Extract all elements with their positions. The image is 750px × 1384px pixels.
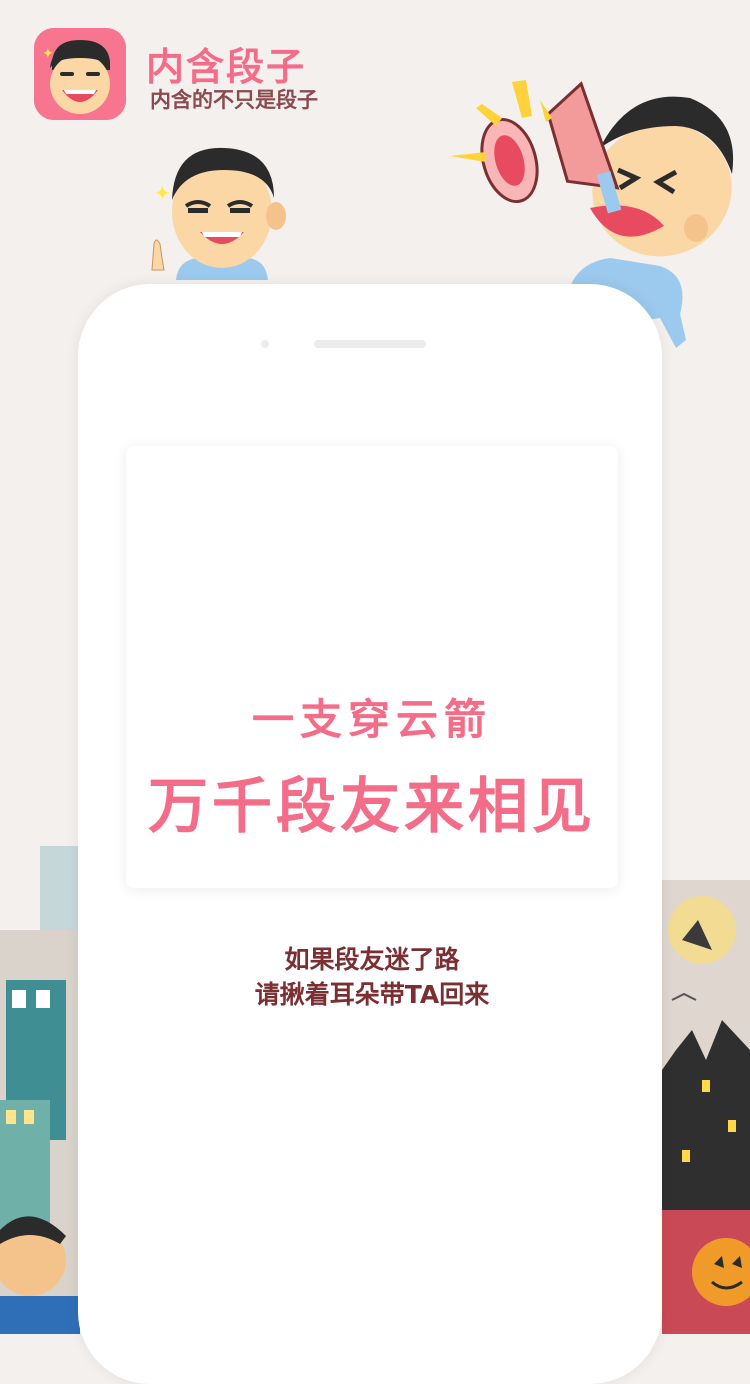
svg-text:✦: ✦ [42,46,54,62]
halloween-castle-illustration [662,880,750,1334]
svg-text:✦: ✦ [154,181,171,205]
mascot-face-icon: ✦ [34,28,126,120]
phone-camera [261,340,269,348]
city-illustration [0,840,80,1334]
app-logo: ✦ [34,28,126,120]
mascot-left-illustration: ✦ [138,140,298,285]
tagline-line-2: 请揪着耳朵带TA回来 [254,980,490,1009]
app-name: 内含段子 [146,45,307,89]
headline-line-1: 一支穿云箭 [251,695,492,744]
tagline-line-1: 如果段友迷了路 [284,945,460,974]
headline-line-2: 万千段友来相见 [148,772,596,842]
app-slogan: 内含的不只是段子 [150,88,318,112]
phone-speaker [314,340,426,348]
